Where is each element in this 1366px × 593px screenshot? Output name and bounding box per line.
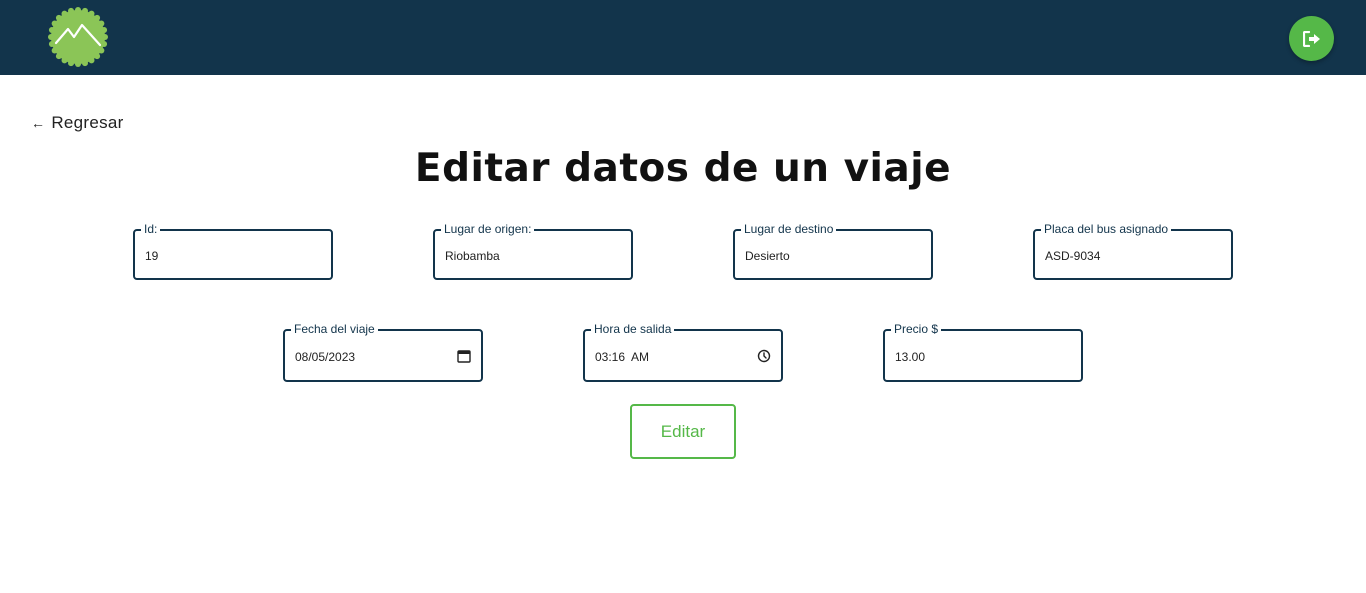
- date-field: Fecha del viaje: [283, 322, 483, 382]
- price-field: Precio $: [883, 322, 1083, 382]
- origin-field: Lugar de origen:: [433, 222, 633, 280]
- mountain-badge-icon[interactable]: [48, 7, 108, 67]
- id-field: Id:: [133, 222, 333, 280]
- arrow-left-icon: ←: [31, 115, 46, 131]
- clock-icon[interactable]: [757, 349, 771, 363]
- back-link[interactable]: ← Regresar: [31, 113, 124, 133]
- sign-out-icon: [1302, 30, 1320, 47]
- top-navbar: [0, 0, 1366, 75]
- destination-input[interactable]: [745, 246, 925, 266]
- origin-input[interactable]: [445, 246, 625, 266]
- destination-label: Lugar de destino: [741, 222, 837, 236]
- destination-field: Lugar de destino: [733, 222, 933, 280]
- bus-plate-field: Placa del bus asignado: [1033, 222, 1233, 280]
- edit-submit-button[interactable]: Editar: [630, 404, 736, 459]
- bus-plate-label: Placa del bus asignado: [1041, 222, 1172, 236]
- price-input[interactable]: [895, 347, 1075, 367]
- logout-button[interactable]: [1289, 16, 1334, 61]
- date-label: Fecha del viaje: [291, 322, 378, 336]
- departure-time-field: Hora de salida: [583, 322, 783, 382]
- date-input[interactable]: [295, 347, 445, 367]
- departure-time-label: Hora de salida: [591, 322, 675, 336]
- id-input[interactable]: [145, 246, 325, 266]
- bus-plate-input[interactable]: [1045, 246, 1225, 266]
- id-label: Id:: [141, 222, 161, 236]
- back-link-label: Regresar: [51, 113, 124, 132]
- departure-time-input[interactable]: [595, 347, 745, 367]
- page-title: Editar datos de un viaje: [414, 146, 952, 191]
- price-label: Precio $: [891, 322, 942, 336]
- calendar-icon[interactable]: [457, 349, 471, 363]
- origin-label: Lugar de origen:: [441, 222, 535, 236]
